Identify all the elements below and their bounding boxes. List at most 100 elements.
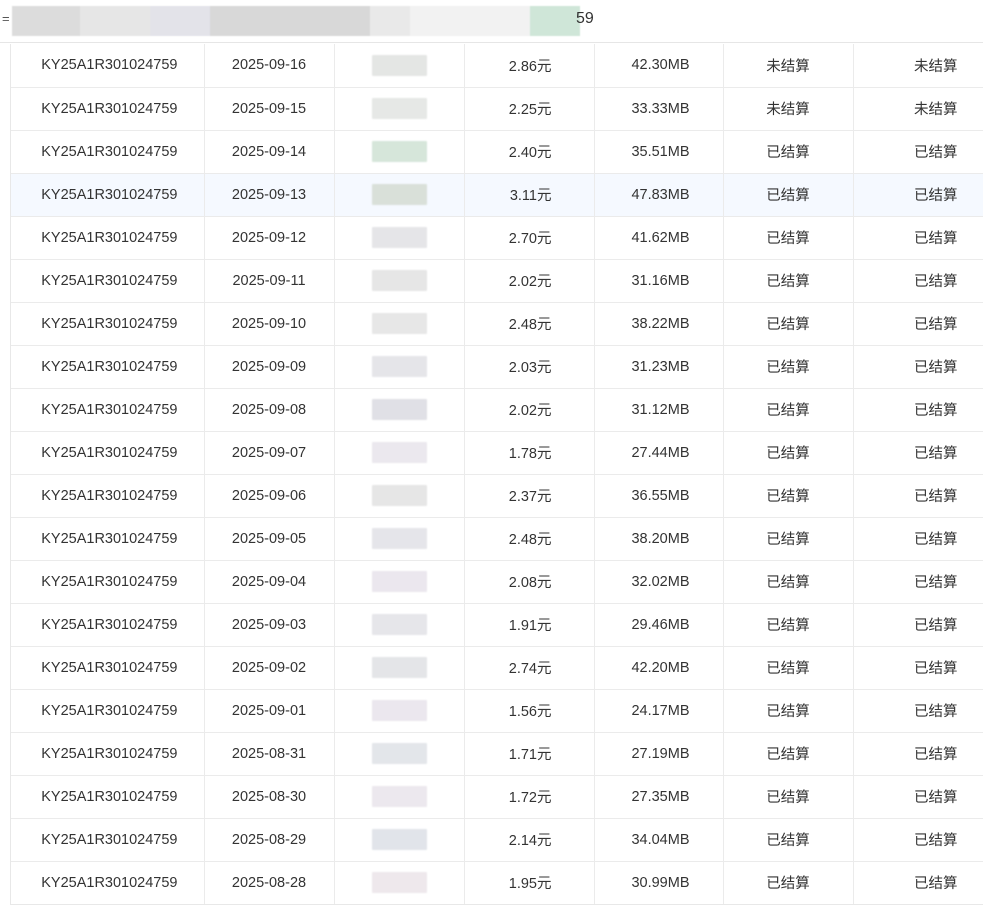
settlement-status-cell: 已结算 — [723, 215, 854, 259]
table-row[interactable]: KY25A1R301024759 2025-09-10 2.48元 38.22MB 已结… — [11, 301, 983, 345]
redacted-cell — [334, 602, 465, 646]
redacted-value — [371, 399, 427, 420]
settlement-status-cell: 已结算 — [723, 645, 854, 689]
settlement-status-cell: 已结算 — [723, 860, 854, 904]
order-id-cell: KY25A1R301024759 — [11, 301, 205, 345]
order-id-cell: KY25A1R301024759 — [11, 258, 205, 302]
table-row[interactable]: KY25A1R301024759 2025-08-31 1.71元 27.19MB 已结… — [11, 731, 983, 775]
redacted-value — [371, 98, 427, 119]
table-row[interactable]: KY25A1R301024759 2025-08-29 2.14元 34.04MB 已结… — [11, 817, 983, 861]
order-id-cell: KY25A1R301024759 — [11, 731, 205, 775]
amount-cell: 1.56元 — [464, 688, 595, 732]
data-size-cell: 29.46MB — [594, 602, 724, 646]
settlement-status-cell-2: 未结算 — [853, 86, 983, 130]
redacted-value — [371, 657, 427, 678]
settlement-status-cell: 已结算 — [723, 688, 854, 732]
settlement-status-cell: 未结算 — [723, 44, 854, 87]
data-size-cell: 42.30MB — [594, 44, 724, 87]
data-size-cell: 42.20MB — [594, 645, 724, 689]
header-redaction-segment — [410, 6, 450, 36]
settlement-status-cell-2: 已结算 — [853, 688, 983, 732]
redacted-value — [371, 485, 427, 506]
date-cell: 2025-09-01 — [204, 688, 335, 732]
data-size-cell: 31.23MB — [594, 344, 724, 388]
order-id-cell: KY25A1R301024759 — [11, 215, 205, 259]
table-row[interactable]: KY25A1R301024759 2025-09-16 2.86元 42.30MB 未结… — [11, 44, 983, 87]
settlement-status-cell: 已结算 — [723, 516, 854, 560]
redacted-value — [371, 743, 427, 764]
data-size-cell: 27.19MB — [594, 731, 724, 775]
table-row[interactable]: KY25A1R301024759 2025-08-28 1.95元 30.99MB 已结… — [11, 860, 983, 904]
table-row[interactable]: KY25A1R301024759 2025-09-05 2.48元 38.20MB 已结… — [11, 516, 983, 560]
settlement-status-cell: 已结算 — [723, 258, 854, 302]
date-cell: 2025-08-31 — [204, 731, 335, 775]
settlement-status-cell-2: 已结算 — [853, 602, 983, 646]
redacted-value — [371, 442, 427, 463]
header-redaction-segment — [210, 6, 300, 36]
table-row[interactable]: KY25A1R301024759 2025-09-07 1.78元 27.44MB 已结… — [11, 430, 983, 474]
amount-cell: 2.48元 — [464, 301, 595, 345]
table-row[interactable]: KY25A1R301024759 2025-09-15 2.25元 33.33MB 未结… — [11, 86, 983, 130]
order-id-cell: KY25A1R301024759 — [11, 44, 205, 87]
redacted-value — [371, 141, 427, 162]
table-row[interactable]: KY25A1R301024759 2025-09-14 2.40元 35.51MB 已结… — [11, 129, 983, 173]
settlement-status-cell-2: 未结算 — [853, 44, 983, 87]
table-row[interactable]: KY25A1R301024759 2025-08-30 1.72元 27.35MB 已结… — [11, 774, 983, 818]
data-size-cell: 35.51MB — [594, 129, 724, 173]
redacted-cell — [334, 430, 465, 474]
order-id-cell: KY25A1R301024759 — [11, 473, 205, 517]
data-size-cell: 47.83MB — [594, 172, 724, 216]
settlement-status-cell-2: 已结算 — [853, 860, 983, 904]
redacted-cell — [334, 559, 465, 603]
table-row[interactable]: KY25A1R301024759 2025-09-11 2.02元 31.16MB 已结… — [11, 258, 983, 302]
table-row[interactable]: KY25A1R301024759 2025-09-08 2.02元 31.12MB 已结… — [11, 387, 983, 431]
date-cell: 2025-08-29 — [204, 817, 335, 861]
redacted-value — [371, 786, 427, 807]
amount-cell: 1.91元 — [464, 602, 595, 646]
table-row[interactable]: KY25A1R301024759 2025-09-13 3.11元 47.83MB 已结… — [11, 172, 983, 216]
date-cell: 2025-09-07 — [204, 430, 335, 474]
table-row[interactable]: KY25A1R301024759 2025-09-03 1.91元 29.46MB 已结… — [11, 602, 983, 646]
header-lead-glyph: = — [2, 11, 10, 26]
amount-cell: 2.74元 — [464, 645, 595, 689]
redacted-cell — [334, 473, 465, 517]
redacted-cell — [334, 516, 465, 560]
date-cell: 2025-09-10 — [204, 301, 335, 345]
amount-cell: 1.78元 — [464, 430, 595, 474]
amount-cell: 2.70元 — [464, 215, 595, 259]
table-row[interactable]: KY25A1R301024759 2025-09-09 2.03元 31.23MB 已结… — [11, 344, 983, 388]
table-row[interactable]: KY25A1R301024759 2025-09-06 2.37元 36.55MB 已结… — [11, 473, 983, 517]
data-size-cell: 27.44MB — [594, 430, 724, 474]
amount-cell: 2.14元 — [464, 817, 595, 861]
date-cell: 2025-09-08 — [204, 387, 335, 431]
settlement-status-cell-2: 已结算 — [853, 817, 983, 861]
redacted-cell — [334, 172, 465, 216]
data-size-cell: 30.99MB — [594, 860, 724, 904]
order-id-cell: KY25A1R301024759 — [11, 129, 205, 173]
table-row[interactable]: KY25A1R301024759 2025-09-01 1.56元 24.17MB 已结… — [11, 688, 983, 732]
table-row[interactable]: KY25A1R301024759 2025-09-04 2.08元 32.02MB 已结… — [11, 559, 983, 603]
header-tail-text: 59 — [576, 10, 594, 27]
data-size-cell: 31.16MB — [594, 258, 724, 302]
settlement-status-cell-2: 已结算 — [853, 215, 983, 259]
data-size-cell: 36.55MB — [594, 473, 724, 517]
redacted-cell — [334, 860, 465, 904]
data-table: KY25A1R301024759 2025-09-16 2.86元 42.30MB 未结… — [11, 44, 983, 904]
settlement-status-cell-2: 已结算 — [853, 473, 983, 517]
date-cell: 2025-09-16 — [204, 44, 335, 87]
date-cell: 2025-09-14 — [204, 129, 335, 173]
settlement-status-cell: 已结算 — [723, 817, 854, 861]
data-size-cell: 34.04MB — [594, 817, 724, 861]
header-redacted-text — [12, 6, 580, 36]
table-row[interactable]: KY25A1R301024759 2025-09-12 2.70元 41.62MB 已结… — [11, 215, 983, 259]
settlement-status-cell-2: 已结算 — [853, 731, 983, 775]
amount-cell: 1.95元 — [464, 860, 595, 904]
date-cell: 2025-09-09 — [204, 344, 335, 388]
amount-cell: 2.02元 — [464, 387, 595, 431]
date-cell: 2025-09-11 — [204, 258, 335, 302]
table-row[interactable]: KY25A1R301024759 2025-09-02 2.74元 42.20MB 已结… — [11, 645, 983, 689]
redacted-value — [371, 700, 427, 721]
settlement-status-cell-2: 已结算 — [853, 774, 983, 818]
amount-cell: 3.11元 — [464, 172, 595, 216]
order-id-cell: KY25A1R301024759 — [11, 602, 205, 646]
